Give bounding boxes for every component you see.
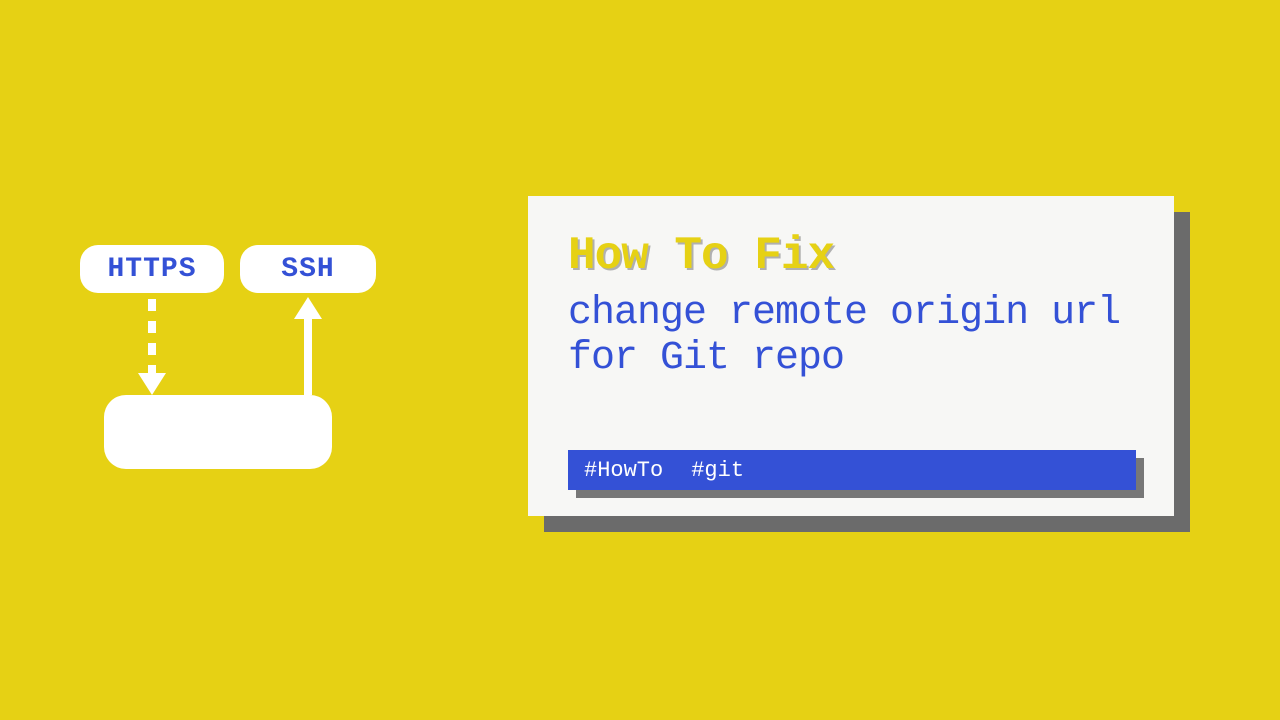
node-https-label: HTTPS [107,254,196,285]
arrow-up-icon [304,317,312,395]
node-ssh-label: SSH [281,254,334,285]
node-https: HTTPS [80,245,224,293]
tag-git: #git [691,458,744,483]
protocol-diagram: HTTPS SSH [80,245,400,495]
tag-howto: #HowTo [584,458,663,483]
tagbar: #HowTo #git [568,450,1136,490]
card-title: How To Fix [568,230,1134,282]
node-ssh: SSH [240,245,376,293]
info-card: How To Fix change remote origin url for … [528,196,1174,516]
arrow-down-dashed-icon [148,299,156,377]
node-repo [104,395,332,469]
card-subtitle: change remote origin url for Git repo [568,292,1134,382]
